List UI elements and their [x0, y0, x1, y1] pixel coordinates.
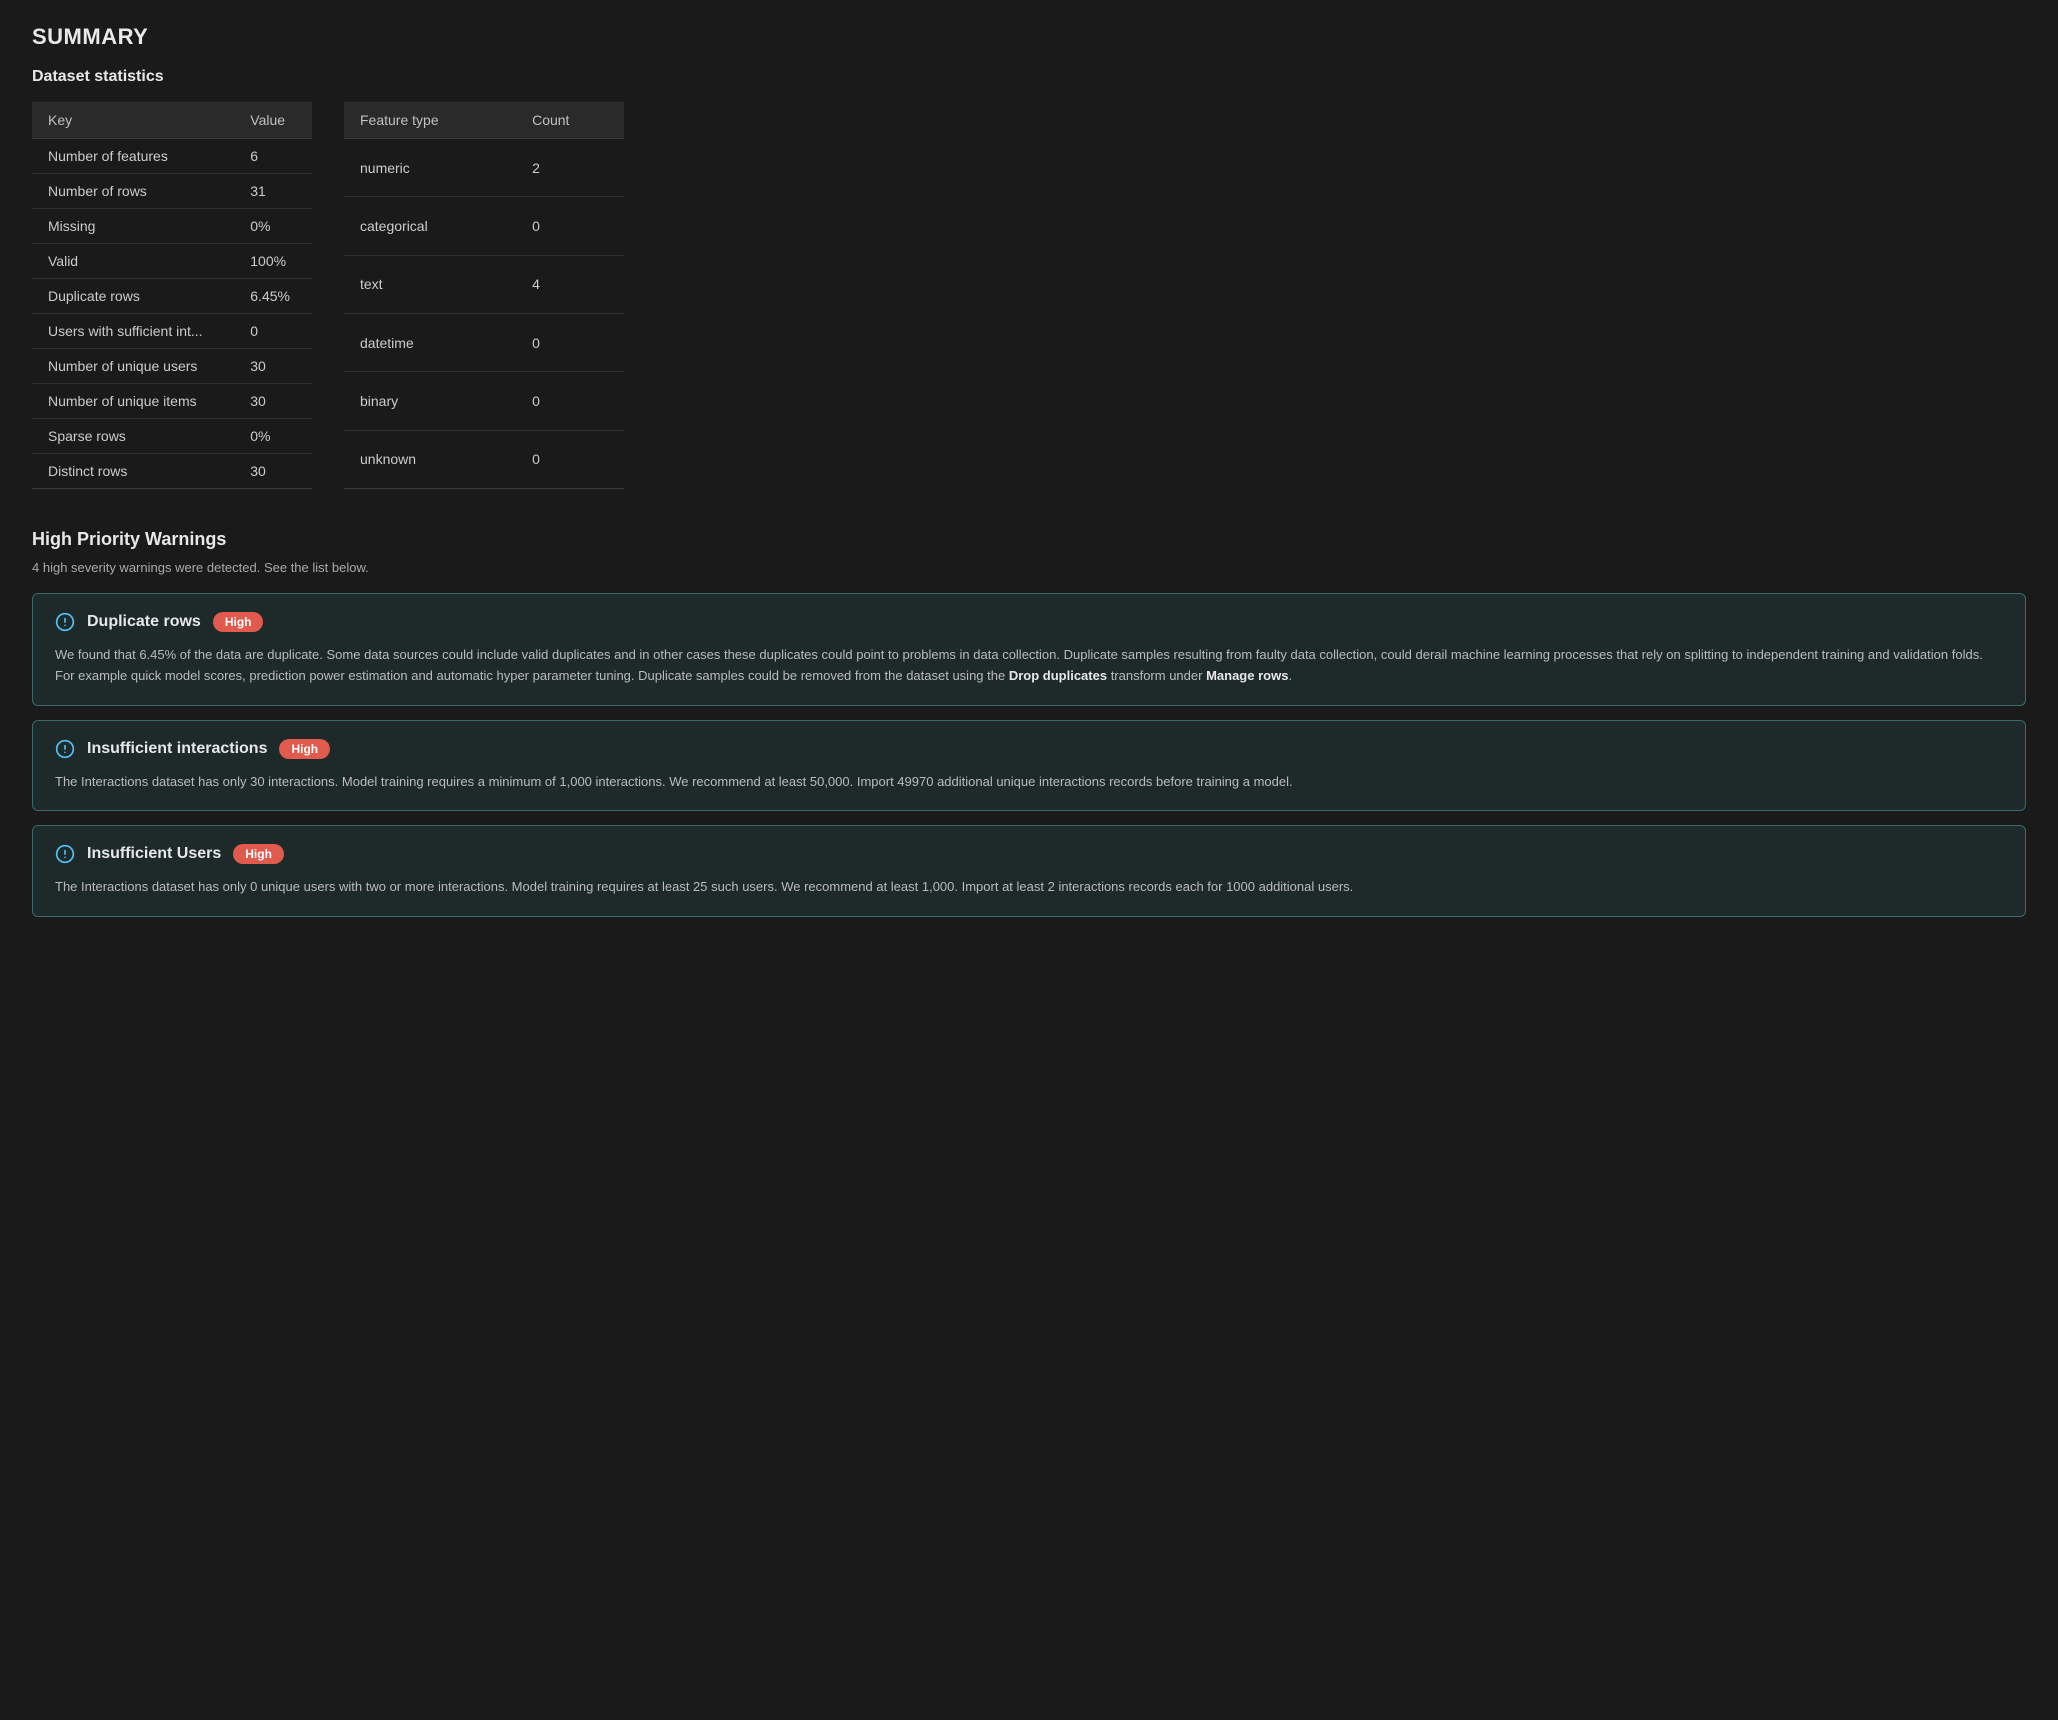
table-row: text 4 — [344, 255, 624, 313]
warning-body: We found that 6.45% of the data are dupl… — [55, 644, 2003, 687]
feature-row-type: binary — [344, 372, 516, 430]
feature-row-type: unknown — [344, 430, 516, 488]
table-row: Missing 0% — [32, 209, 312, 244]
warning-badge: High — [279, 739, 330, 759]
table-row: categorical 0 — [344, 197, 624, 255]
feature-col-count: Count — [516, 102, 624, 139]
stats-row-key: Number of features — [32, 139, 234, 174]
table-row: datetime 0 — [344, 313, 624, 371]
stats-row-value: 30 — [234, 349, 312, 384]
stats-row-key: Number of rows — [32, 174, 234, 209]
table-row: numeric 2 — [344, 139, 624, 197]
warning-title: Insufficient Users — [87, 845, 221, 863]
feature-row-count: 2 — [516, 139, 624, 197]
warning-title: Duplicate rows — [87, 613, 201, 631]
dataset-statistics-heading: Dataset statistics — [32, 68, 2026, 86]
stats-row-key: Missing — [32, 209, 234, 244]
table-row: Valid 100% — [32, 244, 312, 279]
warning-icon — [55, 844, 75, 864]
stats-row-value: 30 — [234, 384, 312, 419]
stats-row-key: Number of unique users — [32, 349, 234, 384]
stats-row-value: 6.45% — [234, 279, 312, 314]
table-row: binary 0 — [344, 372, 624, 430]
high-priority-section: High Priority Warnings 4 high severity w… — [32, 529, 2026, 917]
feature-row-type: text — [344, 255, 516, 313]
stats-row-value: 100% — [234, 244, 312, 279]
table-row: Number of unique users 30 — [32, 349, 312, 384]
warning-body: The Interactions dataset has only 0 uniq… — [55, 876, 2003, 897]
warning-body: The Interactions dataset has only 30 int… — [55, 771, 2003, 792]
warning-card-insufficient-users: Insufficient Users High The Interactions… — [32, 825, 2026, 916]
stats-col-value: Value — [234, 102, 312, 139]
feature-row-count: 0 — [516, 430, 624, 488]
stats-row-key: Number of unique items — [32, 384, 234, 419]
warning-card-header: Insufficient interactions High — [55, 739, 2003, 759]
stats-col-key: Key — [32, 102, 234, 139]
feature-row-type: numeric — [344, 139, 516, 197]
stats-row-key: Duplicate rows — [32, 279, 234, 314]
stats-row-key: Valid — [32, 244, 234, 279]
stats-row-value: 30 — [234, 454, 312, 489]
table-row: Duplicate rows 6.45% — [32, 279, 312, 314]
page-title: SUMMARY — [32, 24, 2026, 50]
table-row: Users with sufficient int... 0 — [32, 314, 312, 349]
feature-row-count: 0 — [516, 313, 624, 371]
feature-row-type: datetime — [344, 313, 516, 371]
feature-row-count: 0 — [516, 372, 624, 430]
stats-table: Key Value Number of features 6 Number of… — [32, 102, 312, 489]
stats-row-value: 0% — [234, 419, 312, 454]
feature-row-count: 0 — [516, 197, 624, 255]
table-row: Number of features 6 — [32, 139, 312, 174]
feature-type-table: Feature type Count numeric 2 categorical… — [344, 102, 624, 489]
warning-card-header: Insufficient Users High — [55, 844, 2003, 864]
stats-row-key: Distinct rows — [32, 454, 234, 489]
feature-row-count: 4 — [516, 255, 624, 313]
warning-badge: High — [213, 612, 264, 632]
stats-row-value: 0 — [234, 314, 312, 349]
stats-row-value: 0% — [234, 209, 312, 244]
warning-badge: High — [233, 844, 284, 864]
warnings-container: Duplicate rows High We found that 6.45% … — [32, 593, 2026, 917]
table-row: Number of rows 31 — [32, 174, 312, 209]
warnings-count-text: 4 high severity warnings were detected. … — [32, 560, 2026, 575]
warning-icon — [55, 739, 75, 759]
warning-card-header: Duplicate rows High — [55, 612, 2003, 632]
stats-row-value: 31 — [234, 174, 312, 209]
table-row: unknown 0 — [344, 430, 624, 488]
stats-row-key: Sparse rows — [32, 419, 234, 454]
feature-col-type: Feature type — [344, 102, 516, 139]
warning-card-insufficient-interactions: Insufficient interactions High The Inter… — [32, 720, 2026, 811]
table-row: Distinct rows 30 — [32, 454, 312, 489]
feature-row-type: categorical — [344, 197, 516, 255]
warning-title: Insufficient interactions — [87, 740, 267, 758]
table-row: Number of unique items 30 — [32, 384, 312, 419]
stats-row-key: Users with sufficient int... — [32, 314, 234, 349]
warning-card-duplicate-rows: Duplicate rows High We found that 6.45% … — [32, 593, 2026, 706]
warnings-title: High Priority Warnings — [32, 529, 2026, 550]
stats-tables-container: Key Value Number of features 6 Number of… — [32, 102, 2026, 489]
stats-row-value: 6 — [234, 139, 312, 174]
warning-icon — [55, 612, 75, 632]
table-row: Sparse rows 0% — [32, 419, 312, 454]
